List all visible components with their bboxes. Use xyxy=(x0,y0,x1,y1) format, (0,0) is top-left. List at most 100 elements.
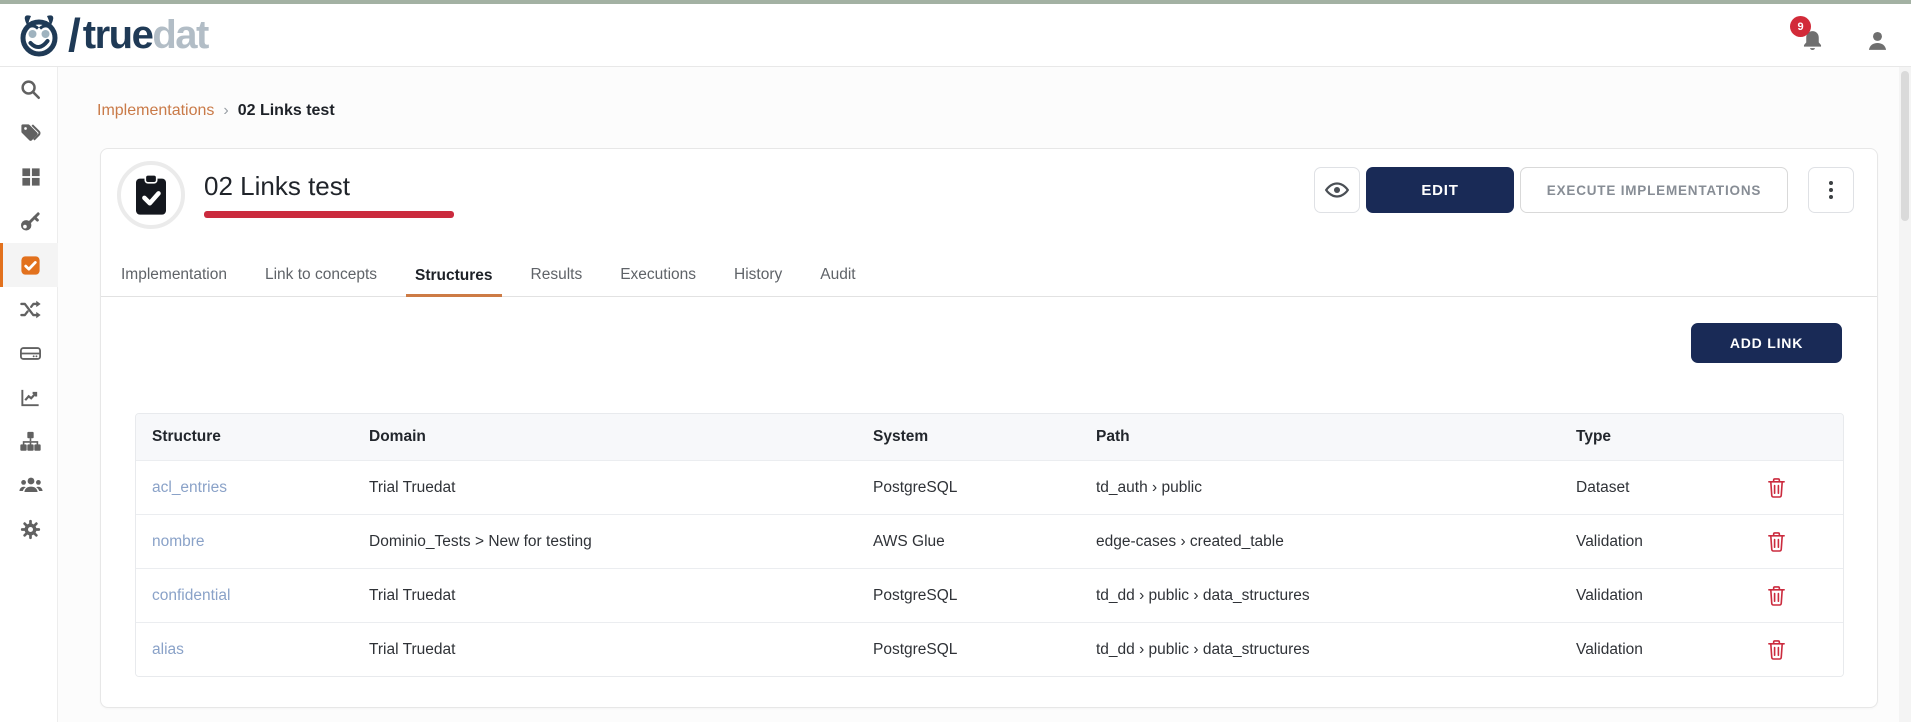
path-cell: td_auth › public xyxy=(1080,479,1560,497)
table-row: acl_entries Trial Truedat PostgreSQL td_… xyxy=(136,460,1843,514)
tab-history[interactable]: History xyxy=(725,266,791,296)
structure-link[interactable]: acl_entries xyxy=(136,479,353,497)
application-window: / truedat 9 xyxy=(0,0,1911,722)
system-cell: AWS Glue xyxy=(857,533,1080,551)
tab-implementation[interactable]: Implementation xyxy=(112,266,236,296)
preview-button[interactable] xyxy=(1314,167,1360,213)
topbar: / truedat 9 xyxy=(0,4,1911,67)
system-cell: PostgreSQL xyxy=(857,479,1080,497)
tab-results[interactable]: Results xyxy=(522,266,592,296)
trash-icon xyxy=(1767,531,1786,552)
tags-icon xyxy=(19,122,42,145)
title-accent-bar xyxy=(204,211,454,218)
sidebar-item-grid[interactable] xyxy=(0,155,58,199)
sidebar-item-key[interactable] xyxy=(0,199,58,243)
path-cell: td_dd › public › data_structures xyxy=(1080,641,1560,659)
sidebar-item-users[interactable] xyxy=(0,463,58,507)
column-header-path: Path xyxy=(1080,428,1560,446)
column-header-domain: Domain xyxy=(353,428,857,446)
sidebar-nav xyxy=(0,67,58,722)
header-toolbar: EDIT EXECUTE IMPLEMENTATIONS xyxy=(1314,167,1854,213)
table-row: alias Trial Truedat PostgreSQL td_dd › p… xyxy=(136,622,1843,676)
grid-icon xyxy=(20,166,42,188)
delete-link-button[interactable] xyxy=(1767,477,1786,498)
shuffle-icon xyxy=(19,298,42,321)
clipboard-check-icon xyxy=(133,173,169,217)
type-cell: Dataset xyxy=(1560,479,1742,497)
chart-line-icon xyxy=(19,386,42,409)
notification-count-badge: 9 xyxy=(1790,16,1811,37)
type-cell: Validation xyxy=(1560,587,1742,605)
tab-link-to-concepts[interactable]: Link to concepts xyxy=(256,266,386,296)
sidebar-item-tags[interactable] xyxy=(0,111,58,155)
table-header-row: Structure Domain System Path Type xyxy=(136,414,1843,460)
gear-icon xyxy=(19,518,42,541)
column-header-type: Type xyxy=(1560,428,1742,446)
implementation-avatar xyxy=(117,161,185,229)
logo-slash: / xyxy=(68,11,81,59)
logo-word-dat: dat xyxy=(152,13,208,57)
tab-bar: Implementation Link to concepts Structur… xyxy=(101,259,1877,297)
users-icon xyxy=(19,473,43,497)
type-cell: Validation xyxy=(1560,641,1742,659)
add-link-button[interactable]: ADD LINK xyxy=(1691,323,1842,363)
breadcrumb-current: 02 Links test xyxy=(238,102,335,120)
system-cell: PostgreSQL xyxy=(857,641,1080,659)
edit-button[interactable]: EDIT xyxy=(1366,167,1514,213)
delete-link-button[interactable] xyxy=(1767,585,1786,606)
breadcrumb-link-implementations[interactable]: Implementations xyxy=(97,102,214,120)
system-cell: PostgreSQL xyxy=(857,587,1080,605)
breadcrumb: Implementations › 02 Links test xyxy=(97,102,335,120)
dots-vertical-icon xyxy=(1829,181,1833,185)
user-menu-button[interactable] xyxy=(1865,28,1890,54)
logo-word-true: true xyxy=(83,13,153,57)
structure-link[interactable]: confidential xyxy=(136,587,353,605)
domain-cell: Trial Truedat xyxy=(353,641,857,659)
execute-implementations-button[interactable]: EXECUTE IMPLEMENTATIONS xyxy=(1520,167,1788,213)
search-icon xyxy=(19,78,42,101)
page-title: 02 Links test xyxy=(204,171,350,202)
trash-icon xyxy=(1767,477,1786,498)
table-row: confidential Trial Truedat PostgreSQL td… xyxy=(136,568,1843,622)
tab-structures[interactable]: Structures xyxy=(406,267,502,297)
notifications-button[interactable]: 9 xyxy=(1796,16,1836,60)
sidebar-item-shuffle[interactable] xyxy=(0,287,58,331)
eye-icon xyxy=(1324,177,1350,203)
more-options-button[interactable] xyxy=(1808,167,1854,213)
domain-cell: Dominio_Tests > New for testing xyxy=(353,533,857,551)
implementation-card: 02 Links test EDIT EXECUTE IMPLEMENTATIO… xyxy=(100,148,1878,708)
domain-cell: Trial Truedat xyxy=(353,587,857,605)
delete-link-button[interactable] xyxy=(1767,639,1786,660)
table-row: nombre Dominio_Tests > New for testing A… xyxy=(136,514,1843,568)
domain-cell: Trial Truedat xyxy=(353,479,857,497)
type-cell: Validation xyxy=(1560,533,1742,551)
truedat-logo[interactable]: / truedat xyxy=(14,10,208,60)
tab-executions[interactable]: Executions xyxy=(611,266,705,296)
structures-table: Structure Domain System Path Type acl_en… xyxy=(135,413,1844,677)
delete-link-button[interactable] xyxy=(1767,531,1786,552)
structure-link[interactable]: nombre xyxy=(136,533,353,551)
owl-logo-icon xyxy=(14,10,64,60)
hard-drive-icon xyxy=(19,342,42,365)
path-cell: td_dd › public › data_structures xyxy=(1080,587,1560,605)
sidebar-item-hard-drive[interactable] xyxy=(0,331,58,375)
sidebar-item-settings[interactable] xyxy=(0,507,58,551)
trash-icon xyxy=(1767,639,1786,660)
breadcrumb-separator: › xyxy=(223,102,228,120)
key-icon xyxy=(19,210,42,233)
vertical-scrollbar[interactable] xyxy=(1899,67,1911,722)
column-header-system: System xyxy=(857,428,1080,446)
trash-icon xyxy=(1767,585,1786,606)
scrollbar-thumb[interactable] xyxy=(1901,71,1909,221)
sidebar-item-check-square[interactable] xyxy=(0,243,58,287)
sidebar-item-search[interactable] xyxy=(0,67,58,111)
column-header-structure: Structure xyxy=(136,428,353,446)
sitemap-icon xyxy=(19,430,42,453)
path-cell: edge-cases › created_table xyxy=(1080,533,1560,551)
tab-audit[interactable]: Audit xyxy=(811,266,864,296)
check-square-icon xyxy=(19,254,42,277)
logo-wordmark: truedat xyxy=(83,11,208,59)
sidebar-item-chart-line[interactable] xyxy=(0,375,58,419)
structure-link[interactable]: alias xyxy=(136,641,353,659)
sidebar-item-sitemap[interactable] xyxy=(0,419,58,463)
